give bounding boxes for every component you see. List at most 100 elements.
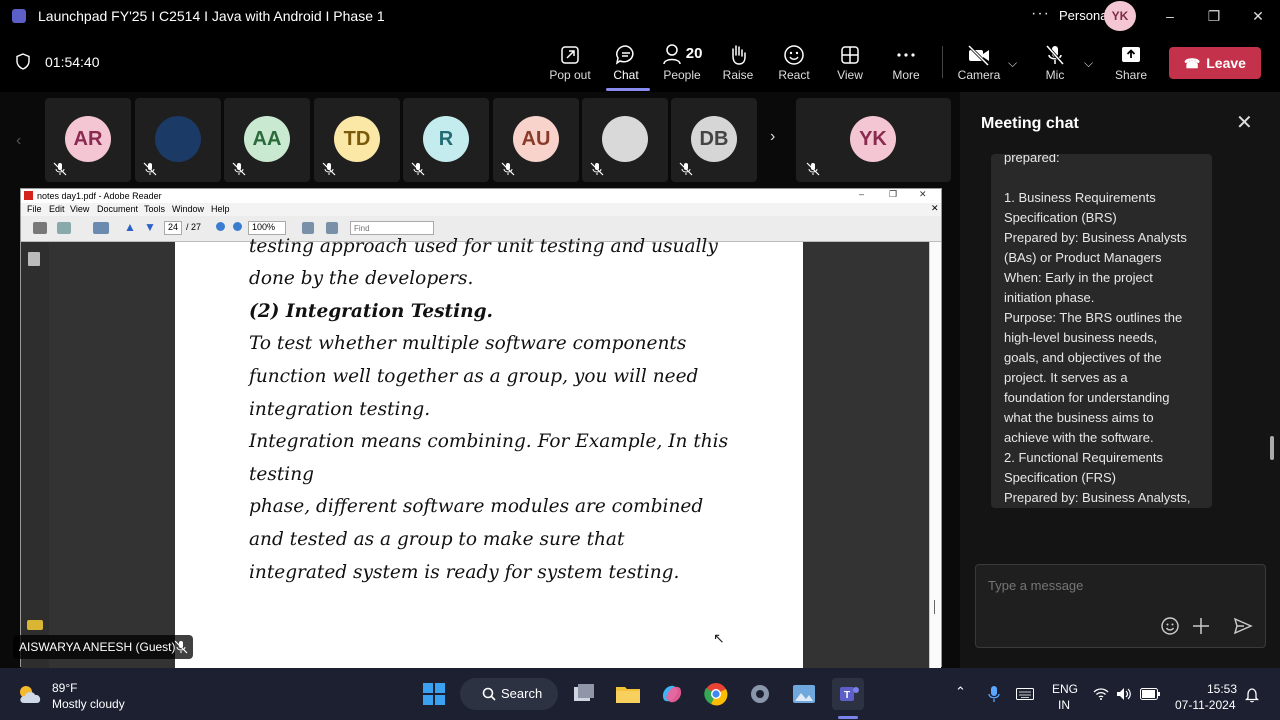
zoom-select[interactable]: 100% (248, 221, 286, 235)
mic-options-chevron-icon[interactable]: ⌵ (1084, 56, 1093, 71)
scroll-left-icon[interactable]: ‹ (16, 132, 21, 150)
popout-button[interactable]: Pop out (542, 42, 598, 88)
print-icon[interactable] (33, 222, 47, 234)
volume-icon[interactable] (1116, 687, 1132, 701)
collaborate-icon[interactable] (93, 222, 109, 234)
participant-avatar: R (423, 116, 469, 162)
toolbar-divider (942, 46, 943, 78)
copilot-icon[interactable] (656, 678, 688, 710)
scroll-right-icon[interactable]: › (770, 128, 775, 146)
chrome-icon[interactable] (700, 678, 732, 710)
pdf-menu-bar: File Edit View Document Tools Window Hel… (21, 203, 941, 216)
leave-button[interactable]: ☎ Leave (1169, 47, 1261, 79)
page-number-input[interactable]: 24 (164, 221, 182, 235)
menu-file[interactable]: File (27, 204, 42, 214)
keyboard-icon[interactable] (1016, 688, 1034, 700)
more-options-button[interactable]: ··· (1031, 5, 1050, 23)
doc-close-icon[interactable]: ✕ (931, 203, 939, 214)
participant-strip: ‹ AR AA TD R AU DB › YK (0, 92, 960, 188)
account-label[interactable]: Personal (1059, 8, 1110, 23)
cloud-icon[interactable] (16, 683, 46, 705)
search-icon (482, 687, 496, 701)
participant-tile[interactable] (582, 98, 668, 182)
prev-page-icon[interactable]: ▲ (124, 220, 136, 234)
rocket-avatar (155, 116, 201, 162)
participant-tile[interactable]: DB (671, 98, 757, 182)
share-doc-icon[interactable] (57, 222, 71, 234)
add-attachment-icon[interactable] (1190, 615, 1212, 637)
pdf-heading: (2) Integration Testing. (249, 301, 493, 322)
pdf-text-line: function well together as a group, you w… (249, 366, 699, 387)
photos-icon[interactable] (788, 678, 820, 710)
close-icon[interactable]: ✕ (1248, 6, 1268, 26)
language-indicator-top[interactable]: ENG (1052, 682, 1078, 696)
pdf-reader-window: notes day1.pdf - Adobe Reader – ❐ ✕ File… (20, 188, 942, 668)
menu-help[interactable]: Help (211, 204, 230, 214)
chat-message-line: When: Early in the project (1004, 270, 1153, 285)
active-app-indicator (838, 716, 858, 719)
pages-panel-icon[interactable] (28, 252, 40, 266)
fit-width-icon[interactable] (326, 222, 338, 234)
close-chat-icon[interactable]: ✕ (1236, 110, 1253, 135)
message-input[interactable] (988, 575, 1248, 595)
zoom-in-icon[interactable] (233, 222, 242, 231)
photo-avatar (602, 116, 648, 162)
task-view-icon[interactable] (568, 678, 600, 710)
react-button[interactable]: React (766, 42, 822, 88)
microphone-in-use-icon[interactable] (987, 685, 1001, 703)
shared-screen: notes day1.pdf - Adobe Reader – ❐ ✕ File… (0, 188, 960, 668)
people-button[interactable]: 20 People (654, 42, 710, 88)
taskbar-search-button[interactable]: Search (460, 678, 558, 710)
show-hidden-icons-icon[interactable]: ⌃ (955, 684, 966, 700)
next-page-icon[interactable]: ▼ (144, 220, 156, 234)
notification-bell-icon[interactable] (1245, 687, 1259, 703)
pdf-close-icon[interactable]: ✕ (919, 189, 927, 200)
file-explorer-icon[interactable] (612, 678, 644, 710)
menu-window[interactable]: Window (172, 204, 204, 214)
camera-options-chevron-icon[interactable]: ⌵ (1008, 56, 1017, 71)
weather-temperature[interactable]: 89°F (52, 681, 77, 695)
find-input[interactable] (350, 221, 434, 235)
pdf-scrollbar[interactable] (929, 242, 941, 668)
account-avatar[interactable]: YK (1104, 1, 1136, 31)
chat-button[interactable]: Chat (598, 42, 654, 88)
menu-view[interactable]: View (70, 204, 89, 214)
restore-icon[interactable]: ❐ (1204, 6, 1224, 26)
pdf-minimize-icon[interactable]: – (859, 189, 864, 199)
menu-edit[interactable]: Edit (49, 204, 65, 214)
view-button[interactable]: View (822, 42, 878, 88)
participant-tile[interactable]: AA (224, 98, 310, 182)
windows-taskbar: 89°F Mostly cloudy Search T ⌃ ENG IN 15:… (0, 668, 1280, 720)
chat-scrollbar[interactable] (1270, 436, 1274, 460)
send-icon[interactable] (1232, 615, 1254, 637)
settings-gear-icon[interactable] (744, 678, 776, 710)
raise-hand-button[interactable]: Raise (710, 42, 766, 88)
mic-button[interactable]: Mic (1027, 42, 1083, 88)
participant-tile[interactable]: AR (45, 98, 131, 182)
camera-button[interactable]: Camera (951, 42, 1007, 88)
self-video-tile[interactable]: YK (796, 98, 951, 182)
more-button[interactable]: More (878, 42, 934, 88)
wifi-icon[interactable] (1093, 687, 1109, 701)
participant-tile[interactable]: AU (493, 98, 579, 182)
menu-tools[interactable]: Tools (144, 204, 165, 214)
participant-tile[interactable]: R (403, 98, 489, 182)
emoji-icon[interactable] (1159, 615, 1181, 637)
minimize-icon[interactable]: – (1160, 6, 1180, 26)
menu-document[interactable]: Document (97, 204, 138, 214)
scroll-thumb[interactable] (934, 600, 935, 614)
fit-page-icon[interactable] (302, 222, 314, 234)
zoom-out-icon[interactable] (216, 222, 225, 231)
clock-date[interactable]: 07-11-2024 (1175, 698, 1236, 712)
participant-tile[interactable] (135, 98, 221, 182)
start-icon[interactable] (418, 678, 450, 710)
battery-icon[interactable] (1140, 688, 1160, 700)
clock-time[interactable]: 15:53 (1207, 682, 1237, 696)
pdf-restore-icon[interactable]: ❐ (889, 189, 897, 200)
comments-icon[interactable] (27, 620, 43, 630)
weather-condition[interactable]: Mostly cloudy (52, 697, 125, 711)
language-indicator-bottom[interactable]: IN (1058, 698, 1070, 712)
share-button[interactable]: Share (1103, 42, 1159, 88)
participant-tile[interactable]: TD (314, 98, 400, 182)
teams-icon[interactable]: T (832, 678, 864, 710)
